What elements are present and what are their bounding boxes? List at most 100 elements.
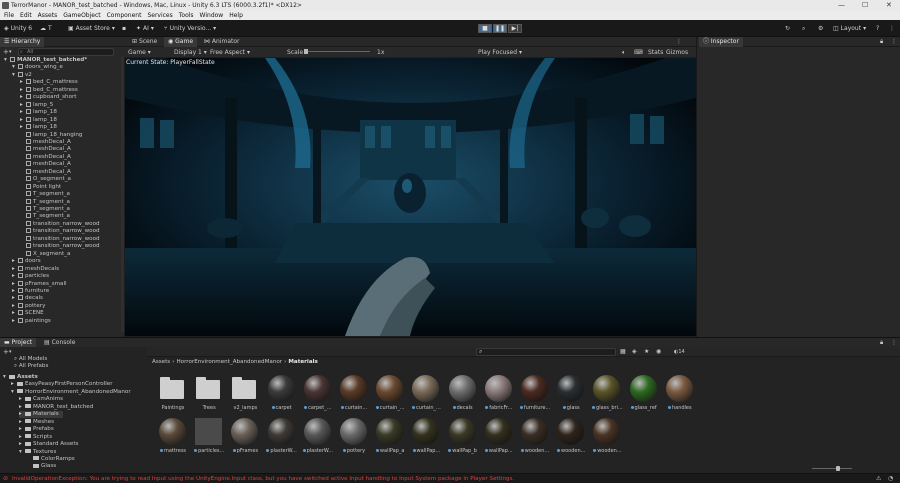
step-button[interactable]: ▶| <box>508 24 522 33</box>
menu-file[interactable]: File <box>4 12 14 19</box>
hierarchy-item[interactable]: ▸ furniture <box>12 287 49 295</box>
lock-icon[interactable]: 🔒︎ <box>880 38 883 46</box>
asset-material[interactable]: furniture... <box>519 375 551 417</box>
hierarchy-item[interactable]: transition_narrow_wood <box>20 235 100 243</box>
help-icon[interactable]: ? <box>876 24 879 33</box>
aspect-dropdown[interactable]: Free Aspect ▾ <box>210 49 250 56</box>
hierarchy-item[interactable]: lamp_18_hanging <box>20 131 82 139</box>
folder-tree-item[interactable]: Glass <box>27 463 56 470</box>
asset-material[interactable]: glass_bri... <box>591 375 623 417</box>
asset-material[interactable]: wooden... <box>591 418 623 460</box>
maximize-icon[interactable]: ☐ <box>862 1 868 9</box>
hierarchy-item[interactable]: ▸ pFrames_small <box>12 280 67 288</box>
hierarchy-item[interactable]: ▸ cupboard_short <box>20 94 77 101</box>
hierarchy-item[interactable]: transition_narrow_wood <box>20 228 100 235</box>
zoom-slider-track[interactable] <box>812 468 852 469</box>
more-icon[interactable]: ⋮ <box>889 24 895 33</box>
folder-tree-item[interactable]: ▾ Textures <box>19 449 56 456</box>
asset-material[interactable]: carpet <box>266 375 298 417</box>
tab-animator[interactable]: ⋈ Animator <box>200 37 244 47</box>
hierarchy-item[interactable]: ▸ lamp_18 <box>20 116 57 124</box>
lock-icon[interactable]: 🔒︎ <box>880 339 883 347</box>
menu-services[interactable]: Services <box>147 12 172 19</box>
asset-material[interactable]: fabricFr... <box>483 375 515 417</box>
chevron-down-icon[interactable]: ▾ <box>9 349 12 355</box>
asset-material[interactable]: carpet_... <box>302 375 334 417</box>
scale-slider-handle[interactable] <box>304 49 308 54</box>
more-icon[interactable]: ⋮ <box>676 38 682 45</box>
hierarchy-item[interactable]: T_segment_a <box>20 206 70 213</box>
folder-tree-item[interactable]: ▸ Materials <box>19 411 63 419</box>
tab-hierarchy[interactable]: ☰ Hierarchy <box>0 37 45 47</box>
hierarchy-item[interactable]: ▸ decals <box>12 295 43 302</box>
gizmos-button[interactable]: Gizmos <box>666 49 688 56</box>
asset-folder[interactable]: v2_lamps <box>229 375 261 417</box>
breadcrumb-item[interactable]: Assets <box>152 359 170 365</box>
tab-game[interactable]: ◉ Game <box>164 37 198 47</box>
display-dropdown[interactable]: Display 1 ▾ <box>174 49 207 56</box>
close-icon[interactable]: ✕ <box>886 1 892 9</box>
asset-folder[interactable]: Paintings <box>157 375 189 417</box>
undo-history-icon[interactable]: ↻ <box>785 24 790 33</box>
hierarchy-item[interactable]: meshDecal_A <box>20 153 71 161</box>
asset-material[interactable]: glass <box>555 375 587 417</box>
hierarchy-item[interactable]: Point light <box>20 183 61 191</box>
hierarchy-item[interactable]: ▸ pottery <box>12 302 45 310</box>
asset-material[interactable]: curtain_... <box>410 375 442 417</box>
hierarchy-item[interactable]: T_segment_a <box>20 198 70 206</box>
asset-material[interactable]: curtain... <box>338 375 370 417</box>
hierarchy-item[interactable]: ▾ doors_wing_e <box>12 64 63 71</box>
asset-material[interactable]: curtain_... <box>374 375 406 417</box>
hierarchy-item[interactable]: ▸ bed_C_mattress <box>20 79 78 86</box>
folder-tree-item[interactable]: ▸ Meshes <box>19 419 54 426</box>
asset-store-button[interactable]: ▣ Asset Store ▾ <box>68 24 115 33</box>
game-mode-dropdown[interactable]: Game ▾ <box>128 49 151 56</box>
zoom-slider-handle[interactable] <box>836 466 840 471</box>
hierarchy-item[interactable]: O_segment_a <box>20 176 71 183</box>
menu-gameobject[interactable]: GameObject <box>63 12 100 19</box>
bookmark-icon[interactable]: ★ <box>644 348 649 355</box>
warning-icon[interactable]: ⚠ <box>876 475 881 482</box>
cloud-button[interactable]: ☁ T <box>40 24 52 33</box>
hierarchy-item[interactable]: ▾ v2 <box>12 71 32 79</box>
hierarchy-item[interactable]: X_segment_a <box>20 250 70 258</box>
asset-material[interactable]: plasterW... <box>302 418 334 460</box>
menu-assets[interactable]: Assets <box>38 12 58 19</box>
play-button[interactable]: ■ <box>478 24 492 33</box>
folder-tree-item[interactable]: ▸ MANOR_test_batched <box>19 404 93 411</box>
more-icon[interactable]: ⋮ <box>891 339 897 346</box>
bell-icon[interactable]: ◔ <box>888 475 893 482</box>
breadcrumb-item[interactable]: HorrorEnvironment_AbandonedManor <box>176 359 282 365</box>
menu-tools[interactable]: Tools <box>179 12 194 19</box>
hierarchy-item[interactable]: ▸ SCENE <box>12 310 44 317</box>
more-icon[interactable]: ⋮ <box>891 38 897 45</box>
tab-scene[interactable]: ⊞ Scene <box>128 37 161 47</box>
pause-button[interactable]: ❚❚ <box>493 24 507 33</box>
folder-tree-item[interactable]: ▸ EasyPeasyFirstPersonController <box>11 381 113 388</box>
asset-material[interactable]: wooden... <box>519 418 551 460</box>
breadcrumb-item[interactable]: Materials <box>288 359 318 365</box>
asset-material[interactable]: wallPap... <box>483 418 515 460</box>
package-icon[interactable]: ▪ <box>122 24 126 33</box>
hierarchy-item[interactable]: transition_narrow_wood <box>20 243 100 250</box>
game-viewport[interactable]: Current State: PlayerFallState <box>125 58 696 336</box>
asset-material[interactable]: particles... <box>193 418 225 460</box>
menu-component[interactable]: Component <box>107 12 142 19</box>
hierarchy-item[interactable]: T_segment_a <box>20 213 70 220</box>
asset-material[interactable]: wallPap... <box>410 418 442 460</box>
eye-icon[interactable]: ◉ <box>656 348 661 355</box>
add-icon[interactable]: + <box>3 48 9 56</box>
hierarchy-item[interactable]: meshDecal_A <box>20 161 71 168</box>
favorite-item[interactable]: ⌕ All Prefabs <box>14 363 48 370</box>
favorite-item[interactable]: ⌕ All Models <box>14 356 47 363</box>
folder-tree-item[interactable]: ▾ Assets <box>3 374 38 381</box>
account-button[interactable]: ◈ Unity 6 <box>4 24 32 33</box>
hierarchy-item[interactable]: T_segment_a <box>20 191 70 198</box>
console-error-message[interactable]: InvalidOperationException: You are tryin… <box>12 476 514 482</box>
hierarchy-item[interactable]: ▸ lamp_18 <box>20 109 57 116</box>
hierarchy-item[interactable]: ▸ paintings <box>12 317 51 325</box>
hierarchy-item[interactable]: meshDecal_A <box>20 138 71 146</box>
chevron-down-icon[interactable]: ▾ <box>9 49 12 55</box>
stats-button[interactable]: Stats <box>648 49 663 56</box>
asset-material[interactable]: pottery <box>338 418 370 460</box>
